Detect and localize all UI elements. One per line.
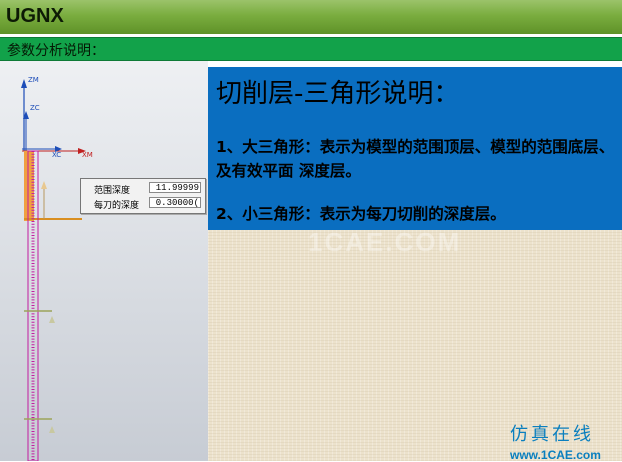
range-depth-field[interactable]: 11.99999: [149, 182, 201, 193]
site-logo: 仿真在线 www.1CAE.com: [510, 420, 601, 462]
per-cut-depth-field[interactable]: 0.30000(: [149, 197, 201, 208]
axis-label-zc: ZC: [30, 104, 40, 112]
depth-graphic: [21, 79, 86, 461]
info-box: 切削层-三角形说明： 1、大三角形：表示为模型的范围顶层、模型的范围底层、及有效…: [208, 67, 622, 230]
section-header: 参数分析说明：: [0, 37, 622, 61]
title-bar: UGNX: [0, 0, 622, 34]
depth-param-panel: 范围深度 11.99999 每刀的深度 0.30000(: [80, 178, 206, 214]
axis-label-xc: XC: [52, 151, 62, 159]
axis-label-xm: XM: [82, 151, 93, 159]
logo-url: www.1CAE.com: [510, 448, 601, 462]
watermark: 1CAE.COM: [308, 227, 462, 257]
zm-arrow-icon: [21, 79, 27, 88]
content-panel: 切削层-三角形说明： 1、大三角形：表示为模型的范围顶层、模型的范围底层、及有效…: [208, 67, 622, 461]
cad-viewport[interactable]: ZM ZC XC XM: [0, 61, 208, 461]
small-triangle-icon: [49, 426, 55, 433]
app-title: UGNX: [6, 5, 64, 27]
info-item-2: 2、小三角形：表示为每刀切削的深度层。: [216, 205, 506, 223]
small-triangle-icon: [49, 316, 55, 323]
per-cut-depth-label: 每刀的深度: [94, 201, 140, 211]
big-triangle-icon: [41, 181, 47, 189]
section-title: 参数分析说明：: [7, 43, 105, 59]
logo-cn: 仿真在线: [510, 424, 594, 445]
range-depth-label: 范围深度: [94, 186, 131, 196]
info-item-1: 1、大三角形：表示为模型的范围顶层、模型的范围底层、及有效平面 深度层。: [216, 138, 615, 180]
axis-label-zm: ZM: [28, 76, 39, 84]
info-title: 切削层-三角形说明：: [216, 79, 460, 109]
